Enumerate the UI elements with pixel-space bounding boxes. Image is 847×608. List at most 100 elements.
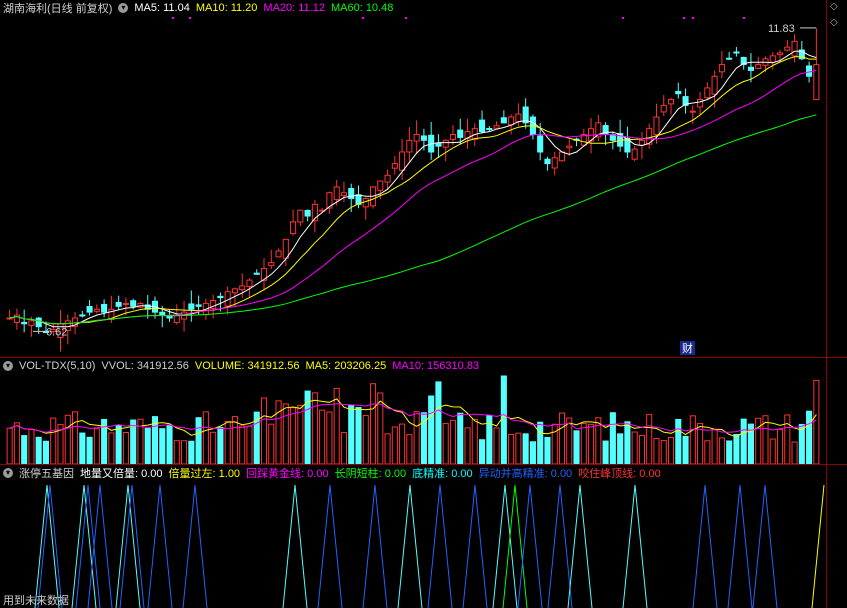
volume-bar [733, 433, 740, 464]
volume-bar [667, 436, 675, 464]
signal-spike [752, 484, 778, 608]
volume-bar [479, 439, 486, 464]
signal-spike [119, 484, 145, 608]
candle-body [435, 142, 442, 147]
candle-body [784, 46, 791, 51]
volume-bar [224, 420, 231, 464]
signal-spike [692, 484, 718, 608]
price-header: 湖南海利(日线 前复权) ▾ MA5: 11.04 MA10: 11.20 MA… [0, 0, 393, 15]
volume-bar [64, 414, 71, 464]
candle-body [755, 64, 762, 69]
volume-pane[interactable]: ▾ VOL-TDX(5,10) VVOL: 341912.56 VOLUME: … [0, 358, 847, 464]
high-price-label: 11.83 [768, 23, 795, 35]
volume-bar [231, 416, 238, 464]
volume-bar [86, 436, 93, 464]
signal-spike [282, 484, 308, 608]
candle-body [282, 238, 289, 259]
indicator-header: ▾ 涨停五基因 地量又倍量: 0.00 倍量过左: 1.00 回踩黄金线: 0.00… [0, 465, 661, 480]
chevron-down-icon[interactable]: ▾ [3, 360, 13, 371]
volume-bar [195, 417, 202, 464]
signal-spike-yellow [811, 484, 825, 608]
future-data-note: 用到未来数据 [3, 595, 69, 607]
price-pane[interactable]: 11.83 6.62 财 湖南海利(日线 前复权) ▾ MA5: 11.04 MA1… [0, 0, 847, 357]
ma20-line [9, 69, 817, 325]
volume-bar [319, 409, 326, 464]
candle-body [93, 308, 100, 312]
event-dot [362, 17, 364, 19]
volume-bar [471, 418, 478, 464]
vol-ma10-label: MA10: 156310.83 [392, 359, 480, 372]
chevron-down-icon[interactable]: ▾ [3, 467, 13, 478]
volume-bar [718, 437, 725, 464]
candle-body [653, 116, 660, 136]
signal-spike [87, 484, 113, 608]
candle-body [566, 145, 573, 149]
candle-body [159, 311, 166, 316]
price-chart[interactable]: 11.83 6.62 财 [0, 0, 847, 357]
candle-body [508, 116, 515, 126]
volume-bar [551, 423, 558, 464]
event-dot [189, 17, 191, 19]
event-dot [683, 17, 685, 19]
event-dot [743, 17, 745, 19]
indicator-item-3: 长阴短柱: 0.00 [334, 467, 407, 480]
volume-bar [457, 412, 464, 464]
volume-bar [493, 427, 500, 464]
indicator-pane[interactable]: ▾ 涨停五基因 地量又倍量: 0.00 倍量过左: 1.00 回踩黄金线: 0.00… [0, 465, 847, 608]
ma20-label: MA20: 11.12 [263, 1, 325, 14]
volume-bar [595, 417, 602, 464]
volume-chart[interactable] [0, 358, 847, 464]
candle-body [290, 221, 297, 235]
volume-bar [602, 440, 609, 464]
candle-body [297, 209, 304, 223]
volume-bar [144, 428, 151, 464]
diamond-icon[interactable]: ◇ [830, 1, 838, 12]
volume-bar [573, 430, 580, 464]
event-dot [692, 17, 694, 19]
candle-body [667, 99, 675, 105]
candle-body [500, 117, 507, 124]
ma5-label: MA5: 11.04 [134, 1, 190, 14]
volume-bar [726, 440, 733, 464]
indicator-chart[interactable] [0, 465, 847, 608]
candle-body [377, 180, 384, 191]
indicator-title: 涨停五基因 [19, 467, 74, 480]
volume-bar [406, 434, 413, 464]
signal-spike [182, 484, 208, 608]
candle-body [697, 99, 704, 108]
volume-bar [449, 419, 457, 464]
indicator-item-4: 底精准: 0.00 [412, 467, 473, 480]
volume-bar [369, 383, 377, 464]
candle-body [726, 57, 733, 60]
volume-bar [210, 431, 217, 464]
candle-body [631, 148, 638, 160]
volume-bar [384, 433, 391, 464]
volume-bar [515, 432, 522, 464]
candle-body [384, 174, 391, 183]
candle-body [231, 288, 238, 294]
candle-body [689, 110, 696, 113]
right-border [826, 0, 827, 608]
candle-body [442, 139, 449, 148]
candle-body [493, 125, 500, 129]
signal-spike [427, 484, 453, 608]
volume-bar [311, 392, 318, 464]
volume-bar [791, 441, 798, 464]
chevron-down-icon[interactable]: ▾ [118, 2, 129, 13]
candle-body [776, 52, 784, 56]
candle-body [660, 104, 667, 113]
finance-marker: 财 [682, 341, 693, 355]
candle-body [115, 302, 122, 307]
volume-bar [646, 414, 653, 464]
candle-body [28, 320, 35, 326]
candle-body [333, 186, 340, 201]
candle-body [486, 127, 493, 130]
volume-bar [711, 428, 718, 464]
signal-spike [462, 484, 488, 608]
volume-bar [246, 425, 253, 464]
event-dot [172, 17, 174, 19]
signal-spike [727, 484, 753, 608]
volume-bar [806, 410, 813, 464]
expand-icon[interactable]: ◇ [830, 17, 838, 28]
volume-bar [428, 395, 435, 464]
